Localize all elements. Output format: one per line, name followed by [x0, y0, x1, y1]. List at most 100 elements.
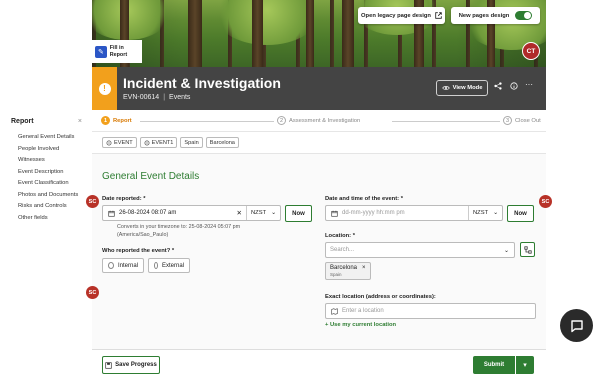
- location-label: Location: *: [325, 233, 355, 239]
- new-pages-label: New pages design: [458, 12, 510, 19]
- new-pages-toggle[interactable]: [515, 11, 533, 20]
- tag-label: EVENT1: [151, 139, 174, 146]
- date-reported-field[interactable]: 26-08-2024 08:07 am ✕ NZST ⌄: [102, 205, 281, 221]
- sc-comment-badge[interactable]: SC: [86, 195, 99, 208]
- record-subtitle: EVN-00614 | Events: [123, 94, 190, 101]
- external-link-icon: [435, 12, 442, 19]
- progress-stepper: 1 Report 2 Assessment & Investigation 3 …: [92, 110, 546, 132]
- radio-circle: [154, 262, 158, 269]
- chip-sublabel: Spain: [330, 272, 342, 277]
- exact-location-label: Exact location (address or coordinates):: [325, 294, 436, 300]
- info-icon[interactable]: [510, 82, 518, 92]
- step-number: 2: [277, 116, 286, 125]
- event-date-label: Date and time of the event: *: [325, 196, 403, 202]
- page-title: Incident & Investigation: [123, 75, 281, 91]
- tag-event: EVENT: [102, 137, 137, 148]
- sidebar-list: General Event Details People Involved Wi…: [18, 132, 78, 224]
- step-connector: [140, 121, 274, 122]
- location-chip: Barcelona × Spain: [325, 262, 371, 280]
- chevron-down-icon: ⌄: [493, 210, 498, 216]
- timezone-hint: Converts in your timezone to: 25-08-2024…: [117, 224, 241, 238]
- warning-icon: !: [98, 82, 111, 95]
- tag-barcelona: Barcelona: [205, 137, 239, 148]
- sidebar-close-icon[interactable]: ×: [78, 118, 82, 125]
- sidebar-item-event-description[interactable]: Event Description: [18, 167, 78, 179]
- tag-list: EVENT EVENT1 Spain Barcelona: [102, 137, 239, 148]
- legacy-button-label: Open legacy page design: [361, 12, 431, 19]
- chip-remove-icon[interactable]: ×: [362, 265, 366, 271]
- record-id: EVN-00614: [123, 94, 160, 101]
- open-legacy-design-button[interactable]: Open legacy page design: [358, 7, 445, 24]
- record-module: Events: [169, 94, 191, 101]
- save-progress-button[interactable]: Save Progress: [102, 356, 160, 374]
- share-icon[interactable]: [494, 82, 502, 92]
- location-tree-button[interactable]: [520, 242, 535, 257]
- save-progress-label: Save Progress: [115, 362, 157, 368]
- step-number: 3: [503, 116, 512, 125]
- timezone-value: NZST: [473, 210, 489, 216]
- new-pages-design-toggle-group: New pages design: [451, 7, 540, 24]
- main-panel: ✎ Fill in Report Open legacy page design…: [92, 0, 546, 376]
- timezone-select[interactable]: NZST ⌄: [246, 206, 280, 220]
- tag-event1: EVENT1: [139, 137, 178, 148]
- date-reported-label: Date reported: *: [102, 196, 146, 202]
- section-title: General Event Details: [102, 171, 200, 182]
- step-number: 1: [101, 116, 110, 125]
- radio-label: External: [161, 262, 184, 269]
- who-reported-label: Who reported the event? *: [102, 248, 175, 254]
- event-date-field[interactable]: dd-mm-yyyy hh:mm pm NZST ⌄: [325, 205, 503, 221]
- date-reported-value: 26-08-2024 08:07 am: [119, 210, 177, 216]
- radio-external[interactable]: External: [148, 258, 190, 273]
- fill-in-report-button[interactable]: ✎ Fill in Report: [92, 40, 142, 63]
- sidebar-item-photos-and-documents[interactable]: Photos and Documents: [18, 190, 78, 202]
- calendar-icon: [331, 210, 338, 217]
- sidebar-item-other-fields[interactable]: Other fields: [18, 213, 78, 225]
- step-report[interactable]: 1 Report: [101, 116, 132, 125]
- more-options-icon[interactable]: ···: [525, 80, 533, 89]
- location-search-input[interactable]: Search... ⌄: [325, 242, 515, 258]
- timezone-value: NZST: [251, 210, 267, 216]
- radio-circle: [108, 262, 114, 269]
- banner-image: ✎ Fill in Report Open legacy page design…: [92, 0, 546, 67]
- chat-bubble-icon: [570, 319, 583, 332]
- use-current-location-link[interactable]: + Use my current location: [325, 322, 396, 328]
- status-indicator: !: [92, 67, 117, 110]
- subtitle-separator: |: [163, 94, 166, 101]
- sc-comment-badge[interactable]: SC: [86, 286, 99, 299]
- sidebar-item-witnesses[interactable]: Witnesses: [18, 155, 78, 167]
- radio-internal[interactable]: Internal: [102, 258, 144, 273]
- sidebar-header: Report ×: [11, 118, 82, 125]
- report-sidebar: Report × General Event Details People In…: [0, 110, 90, 376]
- avatar[interactable]: CT: [522, 42, 540, 60]
- calendar-icon: [108, 210, 115, 217]
- sidebar-item-event-classification[interactable]: Event Classification: [18, 178, 78, 190]
- radio-label: Internal: [117, 262, 138, 269]
- step-label: Assessment & Investigation: [289, 117, 361, 124]
- date-reported-now-button[interactable]: Now: [285, 205, 312, 222]
- sidebar-item-people-involved[interactable]: People Involved: [18, 144, 78, 156]
- chip-label: Barcelona: [330, 265, 358, 271]
- location-placeholder: Search...: [330, 247, 355, 253]
- sc-comment-badge[interactable]: SC: [539, 195, 552, 208]
- chat-button[interactable]: [560, 309, 593, 342]
- sidebar-title: Report: [11, 118, 34, 125]
- step-close-out[interactable]: 3 Close Out: [503, 116, 541, 125]
- map-icon: [331, 307, 338, 315]
- event-date-placeholder: dd-mm-yyyy hh:mm pm: [342, 210, 405, 216]
- view-mode-button[interactable]: View Mode: [436, 80, 488, 96]
- view-mode-label: View Mode: [452, 85, 483, 91]
- submit-button[interactable]: Submit: [473, 356, 515, 374]
- clear-date-icon[interactable]: ✕: [237, 209, 242, 217]
- exact-location-input[interactable]: Enter a location: [325, 303, 536, 319]
- step-assessment-investigation[interactable]: 2 Assessment & Investigation: [277, 116, 360, 125]
- tag-settings-icon: [106, 140, 112, 145]
- event-date-now-button[interactable]: Now: [507, 205, 534, 222]
- title-band: ! Incident & Investigation EVN-00614 | E…: [92, 67, 546, 110]
- timezone-select[interactable]: NZST ⌄: [468, 206, 502, 220]
- chip-main: Barcelona ×: [330, 265, 366, 271]
- footer-bar: Save Progress Submit ▾: [92, 349, 546, 376]
- sidebar-item-risks-and-controls[interactable]: Risks and Controls: [18, 201, 78, 213]
- sidebar-item-general-event-details[interactable]: General Event Details: [18, 132, 78, 144]
- submit-options-chevron-icon[interactable]: ▾: [516, 356, 534, 374]
- eye-icon: [441, 86, 450, 90]
